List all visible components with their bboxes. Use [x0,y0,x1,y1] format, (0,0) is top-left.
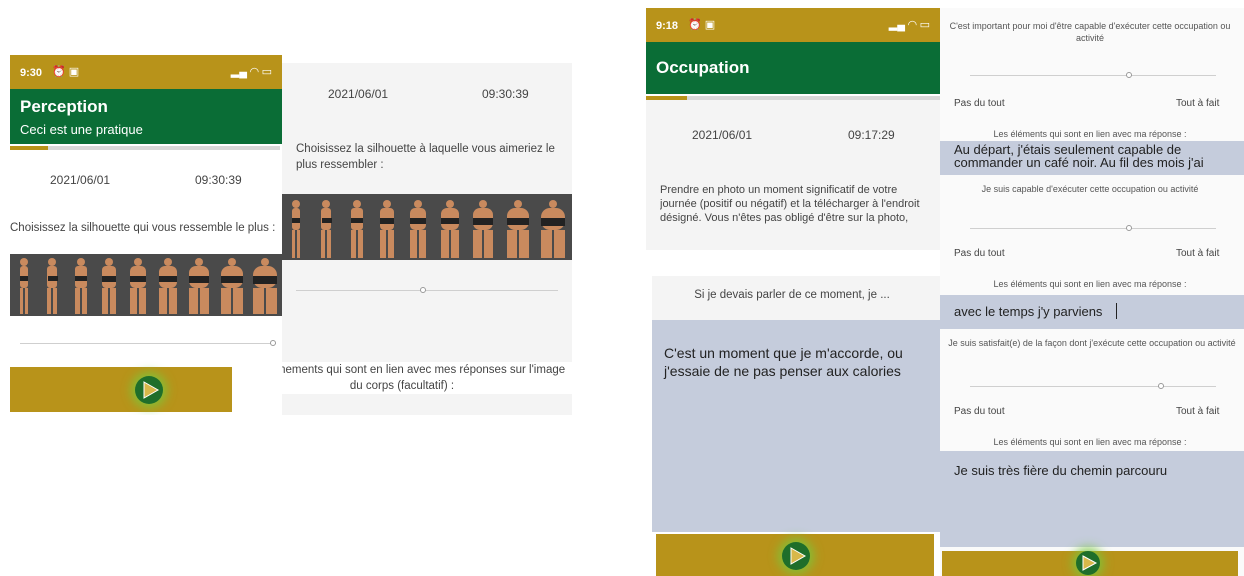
next-button[interactable] [10,367,232,412]
perception-screen: 9:30 ⏰ ▣ ▂▄ ◠ ▭ Perception Ceci est une … [10,55,282,415]
importance-slider[interactable] [970,72,1216,78]
question-text: Choisissez la silhouette à laquelle vous… [296,143,555,171]
silhouette-figures [292,200,565,258]
slider-knob[interactable] [1126,72,1132,78]
low-label: Pas du tout [954,248,1005,259]
question-1: C'est important pour moi d'être capable … [949,21,1231,43]
question-2: Je suis capable d'exécuter cette occupat… [981,184,1199,194]
answer-3-text: Je suis très fière du chemin parcouru [954,463,1168,478]
high-label: Tout à fait [1176,98,1220,109]
page-subtitle: Ceci est une pratique [20,122,143,137]
progress-bar [10,146,280,150]
question-text: Choisissez la silhouette qui vous ressem… [10,222,276,234]
events-label: Les évènements qui sont en lien avec mes… [282,362,572,394]
alarm-icon: ⏰ ▣ [688,19,716,31]
app-bar: Perception Ceci est une pratique [10,89,282,144]
slider-knob[interactable] [270,340,276,346]
low-label: Pas du tout [954,98,1005,109]
high-label: Tout à fait [1176,406,1220,417]
time-label: 09:30:39 [482,87,529,101]
next-button[interactable] [942,551,1238,576]
occupation-rating-screen: C'est important pour moi d'être capable … [940,8,1244,576]
slider-knob[interactable] [1126,225,1132,231]
question-3: Je suis satisfait(e) de la façon dont j'… [948,338,1236,348]
silhouette-strip[interactable] [10,254,282,316]
silhouette-strip[interactable] [282,194,572,260]
play-icon [1076,551,1100,575]
signal-wifi-battery-icon: ▂▄ ◠ ▭ [230,66,272,78]
play-icon [782,542,810,570]
low-label: Pas du tout [954,406,1005,417]
silhouette-slider[interactable] [296,287,558,293]
aspiration-screen: 2021/06/01 09:30:39 Choisissez la silhou… [282,63,572,415]
page-title: Occupation [656,58,750,77]
high-label: Tout à fait [1176,248,1220,259]
ability-slider[interactable] [970,225,1216,231]
slider-knob[interactable] [1158,383,1164,389]
occupation-screen: 9:18 ⏰ ▣ ▂▄ ◠ ▭ Occupation 2021/06/01 09… [646,8,940,576]
answer-1-text: Au départ, j'étais seulement capable de … [954,142,1204,170]
date-label: 2021/06/01 [328,87,389,101]
status-bar: 9:18 ⏰ ▣ ▂▄ ◠ ▭ [646,8,940,42]
text-cursor [1116,303,1117,319]
signal-wifi-battery-icon: ▂▄ ◠ ▭ [888,19,930,31]
answer-text: C'est un moment que je m'accorde, ou j'e… [664,345,903,379]
status-time: 9:18 [656,20,679,32]
elements-label: Les éléments qui sont en lien avec ma ré… [993,279,1187,289]
elements-label: Les éléments qui sont en lien avec ma ré… [993,129,1187,139]
prompt-text: Si je devais parler de ce moment, je ... [694,289,890,301]
silhouette-figures [20,258,277,314]
silhouette-slider[interactable] [20,340,276,346]
answer-textarea[interactable]: C'est un moment que je m'accorde, ou j'e… [652,320,940,532]
next-button[interactable] [656,534,934,576]
status-bar: 9:30 ⏰ ▣ ▂▄ ◠ ▭ [10,55,282,89]
answer-2-text: avec le temps j'y parviens [954,304,1103,319]
answer-3-field[interactable]: Je suis très fière du chemin parcouru [940,451,1244,547]
date-label: 2021/06/01 [692,128,753,142]
date-label: 2021/06/01 [50,173,111,187]
time-label: 09:17:29 [848,128,895,142]
page-title: Perception [20,97,108,116]
content-area [646,100,940,250]
slider-knob[interactable] [420,287,426,293]
status-time: 9:30 [20,67,43,79]
app-bar: Occupation [646,42,940,94]
elements-label: Les éléments qui sont en lien avec ma ré… [993,437,1187,447]
play-icon [135,376,163,404]
satisfaction-slider[interactable] [970,383,1216,389]
answer-1-field[interactable]: Au départ, j'étais seulement capable de … [940,141,1244,175]
answer-2-field[interactable]: avec le temps j'y parviens [940,295,1244,329]
instruction-text: Prendre en photo un moment significatif … [660,184,920,224]
alarm-icon: ⏰ ▣ [52,66,80,78]
time-label: 09:30:39 [195,173,242,187]
